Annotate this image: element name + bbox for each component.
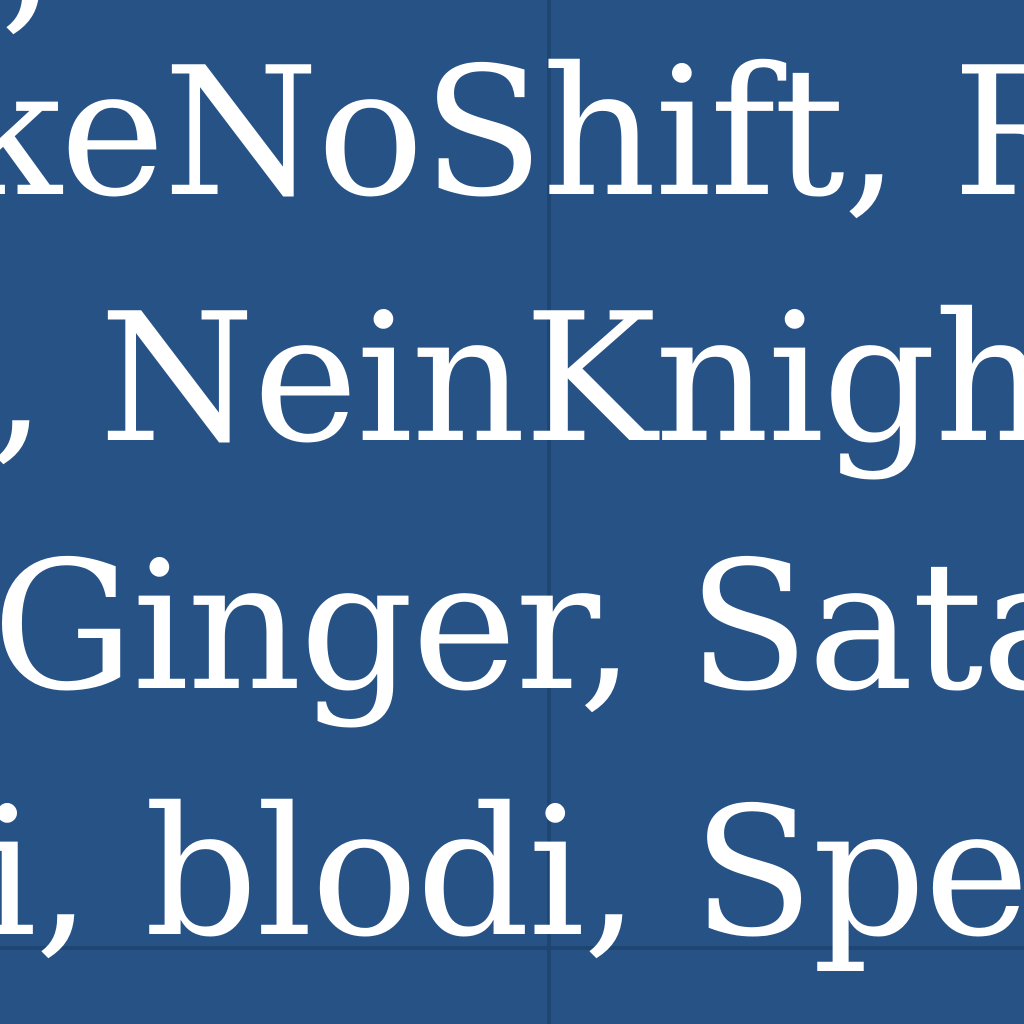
text-line-2: keNoShift, Re — [0, 29, 1024, 236]
text-canvas: ; keNoShift, Re , NeinKnigh Ginger, Sata… — [0, 0, 1024, 1024]
text-line-4: Ginger, Satan — [0, 523, 1024, 730]
text-line-5: i, blodi, Spee — [0, 769, 1024, 976]
text-line-3: , NeinKnigh — [0, 275, 1024, 482]
